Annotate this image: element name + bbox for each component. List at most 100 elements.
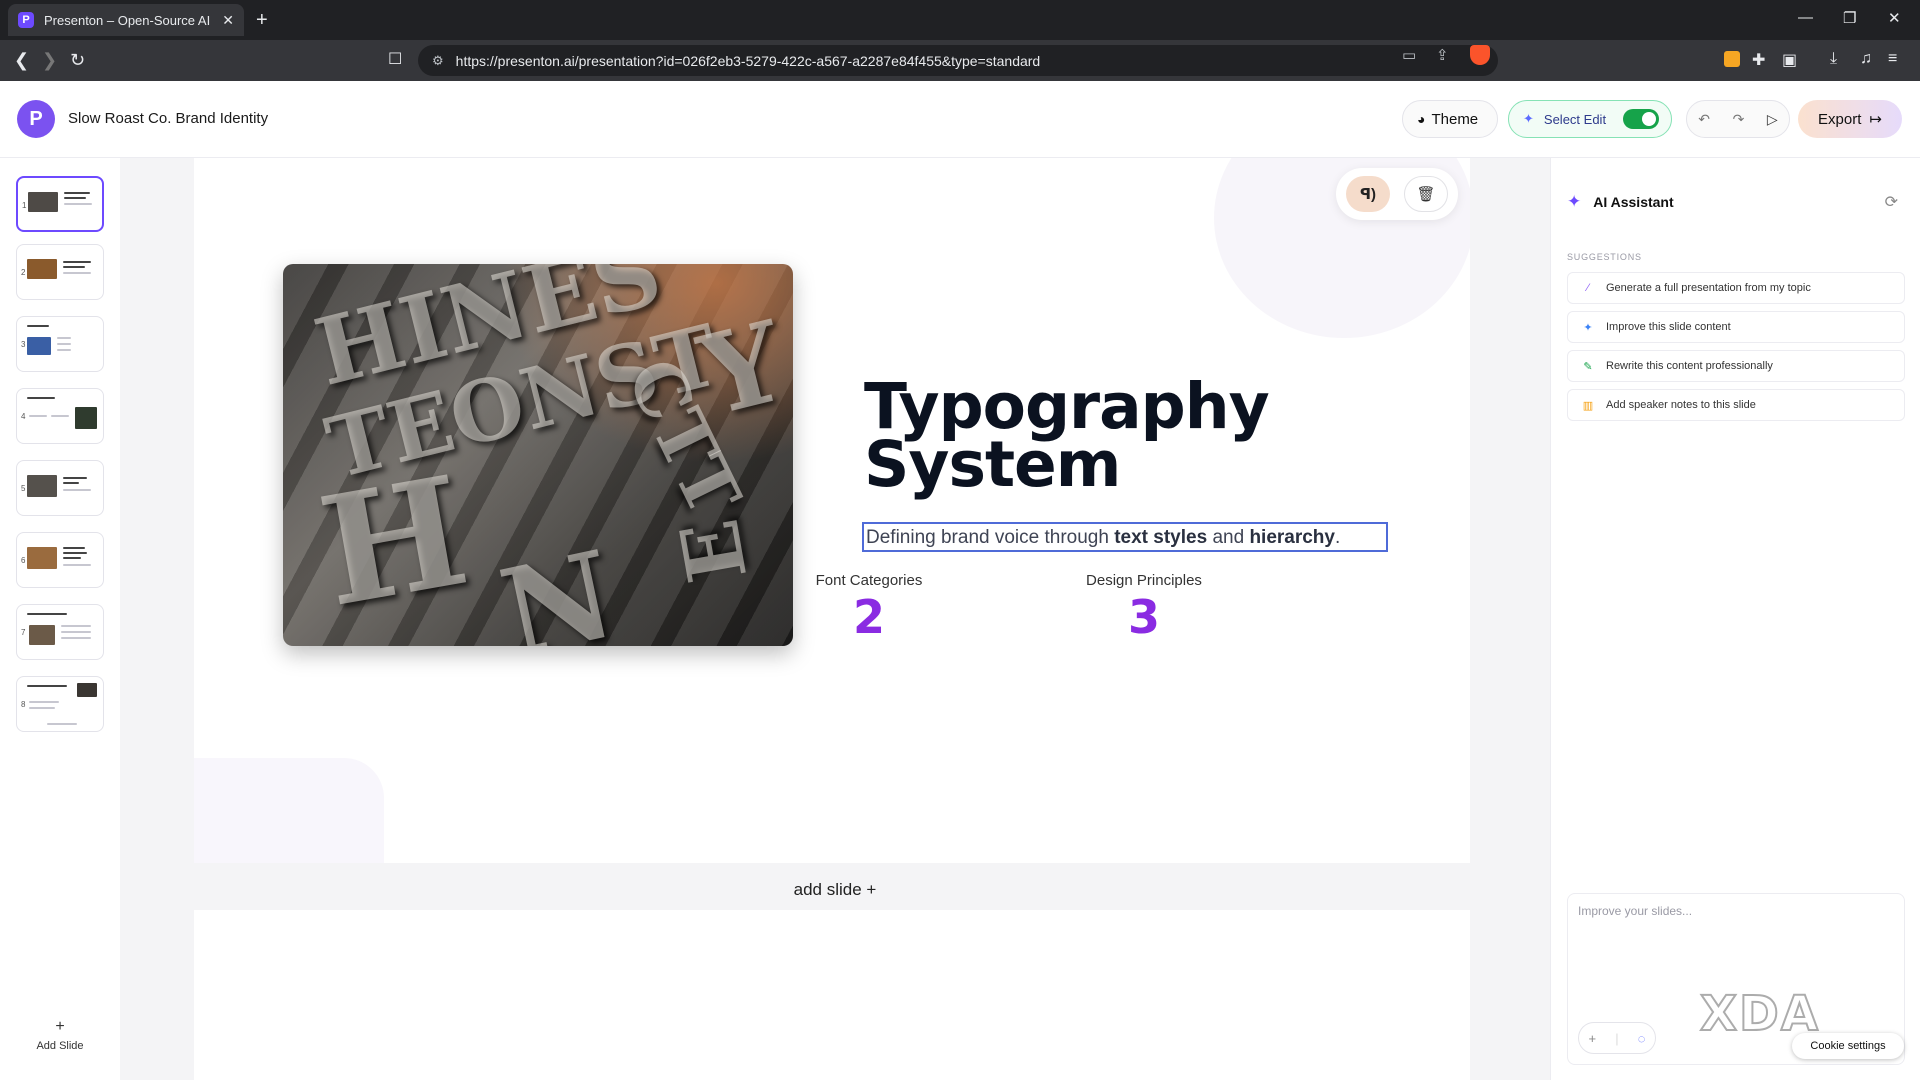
sparkle-icon: ✦	[1583, 321, 1593, 334]
slide-thumbnails: 1 2 3 4 5 6 7 8 + Add Slide	[0, 158, 120, 1080]
extensions-puzzle-icon[interactable]: ✚	[1752, 50, 1765, 70]
divider: |	[1615, 1030, 1619, 1046]
slide-thumbnail[interactable]: 6	[16, 532, 104, 588]
attach-plus-icon[interactable]: +	[1589, 1031, 1597, 1046]
reload-icon[interactable]: ↻	[70, 49, 85, 71]
undo-icon[interactable]: ↶	[1698, 111, 1710, 128]
slide-thumbnail[interactable]: 7	[16, 604, 104, 660]
decorative-wave	[194, 758, 384, 863]
slide-subtitle[interactable]: Defining brand voice through text styles…	[862, 522, 1388, 552]
thumbnail-number: 3	[21, 340, 26, 349]
restore-icon[interactable]: ❐	[1843, 9, 1856, 27]
sidebar-add-slide-button[interactable]: + Add Slide	[0, 1018, 120, 1052]
subtitle-text: Defining brand voice through	[866, 527, 1115, 548]
browser-tab[interactable]: P Presenton – Open-Source AI Pre ✕	[8, 4, 244, 36]
slide-actions: ꟼ) 🗑	[1336, 168, 1458, 220]
suggestion-generate-presentation[interactable]: ⁄ Generate a full presentation from my t…	[1567, 272, 1905, 304]
suggestion-rewrite-content[interactable]: ✎ Rewrite this content professionally	[1567, 350, 1905, 382]
select-edit-button[interactable]: ✦ Select Edit	[1508, 100, 1672, 138]
palette-icon: ◕	[1417, 111, 1426, 127]
stat-value: 2	[852, 590, 885, 644]
letterpress-type-image[interactable]: HINES TEONST H CTT N E Y	[283, 264, 793, 646]
add-slide-button[interactable]: add slide +	[120, 880, 1550, 900]
download-icon[interactable]: ⤓	[1830, 50, 1837, 68]
redo-icon[interactable]: ↷	[1733, 111, 1745, 128]
next-slide-preview[interactable]	[194, 910, 1470, 1080]
refresh-icon[interactable]: ⟳	[1885, 192, 1898, 212]
minimize-icon[interactable]: —	[1798, 9, 1813, 26]
stat-design-principles[interactable]: Design Principles 3	[1044, 572, 1244, 645]
current-slide[interactable]: ꟼ) 🗑 HINES TEONST H CTT N E Y Typography…	[194, 158, 1470, 863]
suggestion-label: Generate a full presentation from my top…	[1606, 282, 1811, 294]
presenton-favicon-icon: P	[18, 12, 34, 28]
close-window-icon[interactable]: ✕	[1888, 9, 1901, 27]
stat-font-categories[interactable]: Font Categories 2	[769, 572, 969, 645]
subtitle-text: and	[1207, 527, 1250, 548]
new-tab-icon[interactable]: +	[256, 8, 268, 32]
bookmark-icon[interactable]: ☐	[388, 49, 402, 71]
select-edit-label: Select Edit	[1543, 111, 1607, 127]
thumbnail-number: 4	[21, 412, 26, 421]
stat-label: Design Principles	[1086, 572, 1202, 589]
app-header: P Slow Roast Co. Brand Identity ◕ Theme …	[0, 81, 1920, 158]
sparkle-icon: ✦	[1567, 192, 1582, 211]
thumbnail-number: 7	[21, 628, 26, 637]
theme-button[interactable]: ◕ Theme	[1402, 100, 1498, 138]
share-icon[interactable]: ⇪	[1436, 46, 1449, 64]
brave-shields-icon[interactable]	[1470, 45, 1490, 65]
chart-icon: ▥	[1582, 399, 1594, 412]
extension-icon[interactable]	[1724, 51, 1740, 67]
suggestions-label: SUGGESTIONS	[1567, 252, 1642, 262]
thumbnail-number: 6	[21, 556, 26, 565]
model-icon[interactable]: ◌	[1638, 1031, 1646, 1046]
ai-input-tools: + | ◌	[1578, 1022, 1656, 1054]
browser-toolbar: ❮ ❯ ↻ ☐ ⚙ https://presenton.ai/presentat…	[0, 40, 1920, 81]
sidebar-icon[interactable]: ▣	[1782, 50, 1797, 70]
subtitle-bold: hierarchy	[1249, 527, 1335, 548]
sparkle-icon: ✦	[1523, 111, 1534, 126]
cookie-settings-button[interactable]: Cookie settings	[1792, 1033, 1904, 1059]
subtitle-bold: text styles	[1114, 527, 1208, 548]
select-edit-toggle[interactable]	[1623, 109, 1659, 129]
suggestion-improve-slide[interactable]: ✦ Improve this slide content	[1567, 311, 1905, 343]
slide-thumbnail[interactable]: 5	[16, 460, 104, 516]
slide-thumbnail[interactable]: 8	[16, 676, 104, 732]
ai-prompt-input[interactable]	[1578, 904, 1894, 984]
export-arrow-icon: ↦	[1869, 111, 1882, 128]
slide-thumbnail[interactable]: 2	[16, 244, 104, 300]
play-icon[interactable]: ▷	[1767, 111, 1778, 128]
suggestion-label: Add speaker notes to this slide	[1606, 399, 1756, 411]
slide-thumbnail[interactable]: 4	[16, 388, 104, 444]
presentation-title[interactable]: Slow Roast Co. Brand Identity	[68, 110, 268, 127]
back-icon[interactable]: ❮	[14, 49, 29, 71]
stat-label: Font Categories	[815, 572, 923, 589]
magic-wand-icon: ⁄	[1587, 282, 1589, 294]
thumbnail-number: 5	[21, 484, 26, 493]
export-label: Export	[1818, 110, 1862, 128]
forward-icon[interactable]: ❯	[42, 49, 57, 71]
thumbnail-number: 1	[22, 201, 27, 210]
thumbnail-number: 2	[21, 268, 26, 277]
media-icon[interactable]: ♫	[1860, 50, 1872, 68]
url-text[interactable]: https://presenton.ai/presentation?id=026…	[456, 53, 1041, 69]
address-bar[interactable]: ⚙ https://presenton.ai/presentation?id=0…	[418, 45, 1498, 76]
menu-icon[interactable]: ≡	[1888, 50, 1897, 68]
export-button[interactable]: Export ↦	[1798, 100, 1902, 138]
speaker-notes-icon[interactable]: ꟼ)	[1346, 176, 1390, 212]
browser-titlebar: P Presenton – Open-Source AI Pre ✕ + — ❐…	[0, 0, 1920, 40]
slide-thumbnail[interactable]: 3	[16, 316, 104, 372]
trash-icon[interactable]: 🗑	[1404, 176, 1448, 212]
slide-title[interactable]: Typography System	[864, 375, 1270, 496]
site-settings-icon[interactable]: ⚙	[432, 53, 444, 69]
suggestion-speaker-notes[interactable]: ▥ Add speaker notes to this slide	[1567, 389, 1905, 421]
suggestion-label: Rewrite this content professionally	[1606, 360, 1773, 372]
cast-icon[interactable]: ▭	[1402, 46, 1416, 64]
subtitle-text: .	[1334, 527, 1341, 548]
slide-thumbnail[interactable]: 1	[16, 176, 104, 232]
slide-title-text: Typography System	[864, 370, 1270, 501]
pen-icon: ✎	[1583, 360, 1593, 373]
presenton-logo-icon[interactable]: P	[17, 100, 55, 138]
tab-close-icon[interactable]: ✕	[222, 12, 234, 29]
ai-assistant-title: AI Assistant	[1593, 194, 1674, 210]
ai-assistant-panel: ✦ AI Assistant ⟳ SUGGESTIONS ⁄ Generate …	[1550, 158, 1920, 1080]
